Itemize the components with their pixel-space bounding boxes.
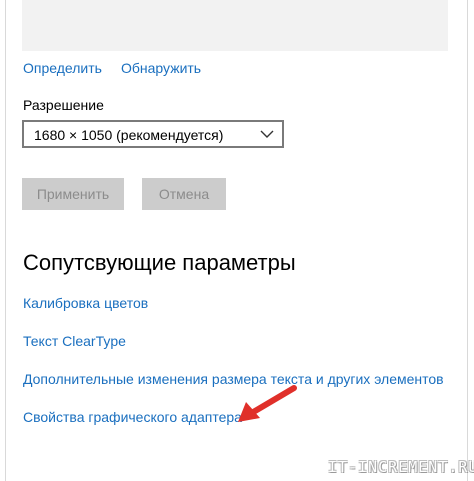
watermark: IT-INCREMENT.RU	[328, 458, 474, 476]
color-calibration-link[interactable]: Калибровка цветов	[23, 295, 148, 311]
monitor-preview-area[interactable]	[22, 0, 448, 51]
apply-button[interactable]: Применить	[22, 178, 124, 210]
resolution-dropdown[interactable]: 1680 × 1050 (рекомендуется)	[22, 120, 284, 148]
cancel-button[interactable]: Отмена	[142, 178, 226, 210]
related-settings-heading: Сопутсвующие параметры	[23, 250, 296, 275]
display-settings-panel: Определить Обнаружить Разрешение 1680 × …	[0, 0, 474, 481]
chevron-down-icon	[260, 130, 274, 138]
arrow-icon	[238, 385, 297, 422]
advanced-text-sizing-link[interactable]: Дополнительные изменения размера текста …	[23, 371, 444, 387]
resolution-value: 1680 × 1050 (рекомендуется)	[34, 127, 224, 143]
window-border-right	[467, 0, 468, 481]
resolution-label: Разрешение	[23, 97, 104, 113]
window-border-left	[5, 0, 6, 481]
cleartype-text-link[interactable]: Текст ClearType	[23, 333, 126, 349]
graphics-adapter-properties-link[interactable]: Свойства графического адаптера	[23, 409, 242, 425]
identify-link[interactable]: Определить	[23, 60, 102, 76]
detect-link[interactable]: Обнаружить	[121, 60, 201, 76]
